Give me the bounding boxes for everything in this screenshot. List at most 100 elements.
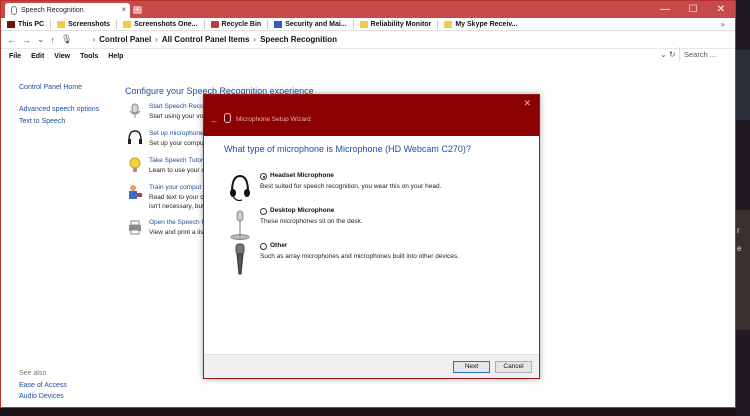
bookmark-label: Recycle Bin <box>221 20 262 28</box>
bookmark-reliability-monitor[interactable]: Reliability Monitor <box>359 20 431 28</box>
close-button[interactable]: ✕ <box>707 1 735 18</box>
bookmark-recycle-bin[interactable]: Recycle Bin <box>210 20 262 28</box>
radio-headset[interactable] <box>260 173 267 180</box>
menu-file[interactable]: File <box>9 53 21 60</box>
minimize-button[interactable]: — <box>651 1 679 18</box>
menu-tools[interactable]: Tools <box>80 53 98 60</box>
menu-edit[interactable]: Edit <box>31 53 44 60</box>
microphone-icon: 🎙 <box>61 34 73 44</box>
breadcrumb: › Control Panel › All Control Panel Item… <box>92 35 337 44</box>
set-up-microphone-link[interactable]: Set up microphone <box>149 130 204 137</box>
breadcrumb-separator: › <box>253 35 257 44</box>
divider <box>203 19 205 29</box>
tab-title: Speech Recognition <box>21 7 84 14</box>
back-arrow-icon[interactable]: ← <box>7 35 16 45</box>
desktop-background: r e <box>736 0 750 416</box>
microphone-icon <box>11 6 17 15</box>
link-ease-of-access[interactable]: Ease of Access <box>19 382 67 389</box>
option-label[interactable]: Headset Microphone <box>270 172 334 179</box>
see-also-section: See also Ease of Access Audio Devices <box>19 370 67 404</box>
menu-bar: File Edit View Tools Help <box>1 49 735 63</box>
desktop-microphone-icon <box>230 210 250 240</box>
option-description: Such as array microphones and microphone… <box>260 253 460 260</box>
bookmark-label: Screenshots <box>68 20 111 28</box>
folder-icon <box>444 20 453 28</box>
folder-icon <box>359 20 368 28</box>
dialog-footer: Next Cancel <box>204 354 539 378</box>
back-arrow-icon[interactable]: ← <box>210 115 219 125</box>
item-description: Start using your voi <box>149 113 205 120</box>
flag-icon <box>274 20 283 28</box>
bookmark-this-pc[interactable]: This PC <box>7 20 45 28</box>
printer-icon <box>129 220 141 235</box>
tab-speech-recognition[interactable]: Speech Recognition × <box>5 3 130 18</box>
radio-other[interactable] <box>260 243 267 250</box>
link-audio-devices[interactable]: Audio Devices <box>19 393 67 400</box>
item-description: Read text to your c <box>149 194 204 201</box>
menu-view[interactable]: View <box>54 53 70 60</box>
folder-icon <box>123 20 132 28</box>
start-speech-recognition-link[interactable]: Start Speech Recogn <box>149 103 211 110</box>
radio-desktop[interactable] <box>260 208 267 215</box>
nav-text-to-speech[interactable]: Text to Speech <box>19 118 99 125</box>
nav-advanced-speech-options[interactable]: Advanced speech options <box>19 106 99 113</box>
search-placeholder: Search ... <box>684 49 717 59</box>
option-label[interactable]: Other <box>270 242 287 249</box>
dropdown-chevron-icon[interactable]: ⌄ ↻ <box>660 50 676 59</box>
bookmarks-bar: This PC Screenshots Screenshots One... R… <box>1 18 735 31</box>
recycle-bin-icon <box>210 20 219 28</box>
divider <box>267 19 269 29</box>
desktop-text: e <box>737 244 742 253</box>
divider <box>352 19 354 29</box>
forward-arrow-icon[interactable]: → <box>22 35 31 45</box>
recent-chevron-icon[interactable]: ⌄ <box>37 34 45 45</box>
bookmark-screenshots[interactable]: Screenshots <box>57 20 111 28</box>
pc-icon <box>7 20 15 28</box>
option-label[interactable]: Desktop Microphone <box>270 207 334 214</box>
address-bar: ← → ⌄ ↑ 🎙 › Control Panel › All Control … <box>1 31 735 49</box>
item-description: Learn to use your c <box>149 167 205 174</box>
bookmark-label: Screenshots One... <box>134 20 198 28</box>
breadcrumb-all-items[interactable]: All Control Panel Items <box>162 35 250 44</box>
microphone-icon <box>129 103 141 118</box>
control-panel-window: Speech Recognition × + — ☐ ✕ This PC Scr… <box>0 0 736 408</box>
headset-microphone-icon <box>230 174 250 202</box>
lightbulb-icon <box>129 157 141 172</box>
bookmark-security-maintenance[interactable]: Security and Mai... <box>274 20 347 28</box>
bookmark-screenshots-onedrive[interactable]: Screenshots One... <box>123 20 198 28</box>
desktop-text: r <box>737 226 740 235</box>
open-speech-reference-link[interactable]: Open the Speech R <box>149 219 206 226</box>
cancel-button[interactable]: Cancel <box>495 361 532 373</box>
nav-control-panel-home[interactable]: Control Panel Home <box>19 84 99 91</box>
divider <box>116 19 118 29</box>
search-input[interactable]: Search ... <box>679 47 736 61</box>
option-description: Best suited for speech recognition, you … <box>260 183 442 190</box>
close-icon[interactable]: ✕ <box>523 98 531 109</box>
next-button[interactable]: Next <box>453 361 490 373</box>
folder-icon <box>57 20 66 28</box>
bookmark-label: My Skype Receiv... <box>455 20 518 28</box>
bookmark-skype-received[interactable]: My Skype Receiv... <box>444 20 518 28</box>
headset-icon <box>128 130 142 144</box>
desktop-band <box>736 50 750 120</box>
take-speech-tutorial-link[interactable]: Take Speech Tutori <box>149 157 205 164</box>
menu-help[interactable]: Help <box>108 53 123 60</box>
user-training-icon <box>129 185 142 199</box>
left-navigation: Control Panel Home Advanced speech optio… <box>19 84 99 130</box>
window-caption-buttons: — ☐ ✕ <box>651 1 735 18</box>
title-bar: Speech Recognition × + — ☐ ✕ <box>1 1 735 18</box>
bookmark-label: This PC <box>18 20 45 28</box>
tab-close-button[interactable]: × <box>121 5 126 14</box>
new-tab-button[interactable]: + <box>133 6 142 14</box>
bookmarks-more-button[interactable]: » <box>721 20 725 29</box>
maximize-button[interactable]: ☐ <box>679 1 707 18</box>
see-also-header: See also <box>19 370 47 377</box>
breadcrumb-separator: › <box>92 35 96 44</box>
up-arrow-icon[interactable]: ↑ <box>51 35 56 45</box>
microphone-icon <box>224 113 231 123</box>
divider <box>50 19 52 29</box>
breadcrumb-control-panel[interactable]: Control Panel <box>99 35 151 44</box>
train-your-computer-link[interactable]: Train your comput <box>149 184 201 191</box>
breadcrumb-speech-recognition[interactable]: Speech Recognition <box>260 35 337 44</box>
